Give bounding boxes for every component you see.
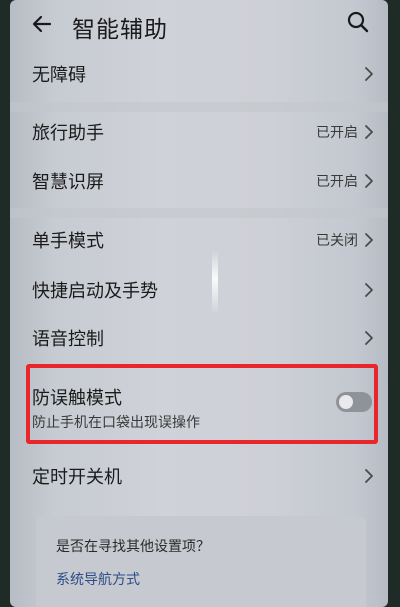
chevron-right-icon (365, 283, 373, 297)
setting-item-voice-control[interactable]: 语音控制 (10, 312, 388, 364)
setting-item-label: 智慧识屏 (32, 172, 104, 193)
page-title: 智能辅助 (72, 17, 168, 43)
phone-frame: 智能辅助 无障碍 旅行助手 已开启 智慧识屏 已开启 单手模式 已关闭 快捷启动… (0, 0, 400, 607)
setting-item-shortcuts-gestures[interactable]: 快捷启动及手势 (10, 264, 388, 316)
highlight-box (26, 364, 378, 444)
suggestion-card: 是否在寻找其他设置项？ 系统导航方式 (36, 516, 366, 607)
setting-item-scheduled-power[interactable]: 定时开关机 (10, 450, 388, 502)
header-bar: 智能辅助 (10, 0, 388, 52)
setting-item-label: 快捷启动及手势 (32, 281, 158, 302)
chevron-right-icon (365, 174, 373, 188)
setting-item-travel-assistant[interactable]: 旅行助手 已开启 (10, 106, 388, 158)
setting-item-label: 无障碍 (32, 65, 86, 86)
chevron-right-icon (365, 469, 373, 483)
suggestion-question: 是否在寻找其他设置项？ (56, 539, 210, 555)
setting-item-label: 单手模式 (32, 231, 104, 252)
search-icon[interactable] (346, 10, 370, 34)
chevron-right-icon (365, 233, 373, 247)
chevron-right-icon (365, 125, 373, 139)
chevron-right-icon (365, 331, 373, 345)
status-text: 已关闭 (316, 233, 358, 249)
system-navigation-link[interactable]: 系统导航方式 (56, 569, 140, 589)
setting-item-one-hand-mode[interactable]: 单手模式 已关闭 (10, 214, 388, 266)
settings-screen: 智能辅助 无障碍 旅行助手 已开启 智慧识屏 已开启 单手模式 已关闭 快捷启动… (10, 0, 388, 607)
screen-glare (212, 250, 218, 314)
setting-item-label: 旅行助手 (32, 123, 104, 144)
chevron-right-icon (365, 67, 373, 81)
status-text: 已开启 (316, 174, 358, 190)
setting-item-smart-screen[interactable]: 智慧识屏 已开启 (10, 155, 388, 207)
setting-item-label: 定时开关机 (32, 467, 122, 488)
setting-item-label: 语音控制 (32, 329, 104, 350)
back-arrow-icon[interactable] (30, 12, 54, 36)
status-text: 已开启 (316, 125, 358, 141)
setting-item-accessibility[interactable]: 无障碍 (10, 48, 388, 100)
